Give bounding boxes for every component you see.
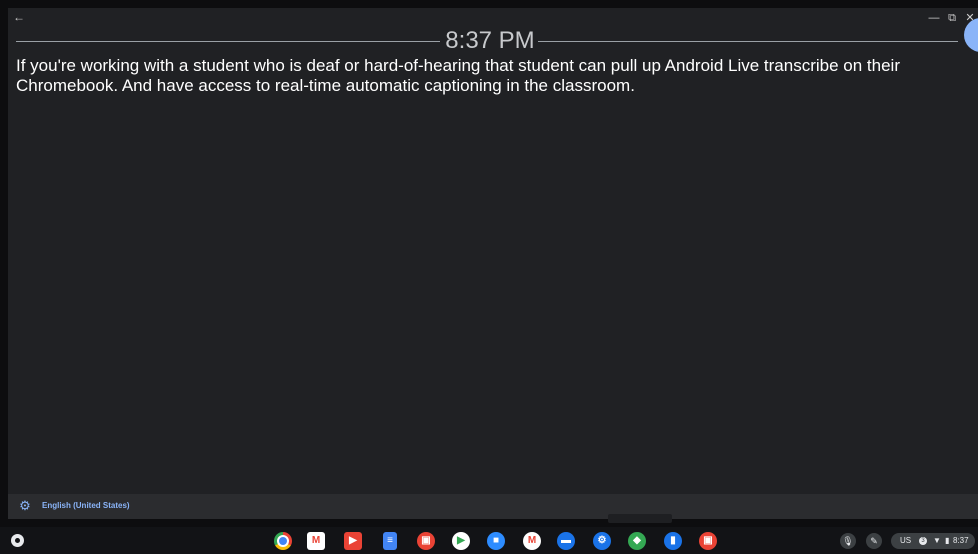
live-caption-window: ← — ⧉ ✕ 8:37 PM If you're working with a…: [8, 8, 978, 519]
notification-count: 3: [919, 537, 927, 545]
docs-icon[interactable]: ≡: [383, 532, 397, 550]
launcher-icon[interactable]: [11, 534, 24, 547]
messages-icon[interactable]: ▬: [557, 532, 575, 550]
settings-icon[interactable]: ⚙: [593, 532, 611, 550]
zoom-icon[interactable]: ■: [487, 532, 505, 550]
gmail-icon[interactable]: M: [307, 532, 325, 550]
files-icon[interactable]: ▮: [664, 532, 682, 550]
play-store-icon[interactable]: ▶: [452, 532, 470, 550]
shelf-tooltip: [608, 514, 672, 523]
language-bar: ⚙ English (United States): [8, 494, 978, 519]
restore-icon[interactable]: ⧉: [944, 8, 960, 28]
divider: [16, 41, 440, 42]
chrome-icon[interactable]: [274, 532, 292, 550]
shelf: M ▶ ≡ ▣ ▶ ■ M ▬ ⚙ ◆ ▮ ▣ 🎙 ✎ US 3 ▼ ▮ 8:3…: [0, 527, 978, 554]
status-area[interactable]: US 3 ▼ ▮ 8:37: [891, 533, 975, 549]
caption-time-header: 8:37 PM: [8, 28, 978, 54]
minimize-icon[interactable]: —: [926, 8, 942, 28]
meet-icon[interactable]: M: [523, 532, 541, 550]
language-label[interactable]: English (United States): [42, 501, 130, 511]
clock: 8:37: [953, 536, 969, 545]
arrow-left-icon[interactable]: ←: [11, 9, 27, 25]
caption-timestamp: 8:37 PM: [445, 27, 535, 54]
gear-icon[interactable]: ⚙: [18, 499, 32, 513]
classroom-icon[interactable]: ◆: [628, 532, 646, 550]
microphone-icon[interactable]: 🎙: [840, 533, 856, 549]
wifi-icon: ▼: [933, 536, 941, 545]
battery-icon: ▮: [945, 536, 950, 545]
keyboard-layout: US: [900, 536, 912, 545]
divider: [538, 41, 958, 42]
screen-capture-icon[interactable]: ▣: [699, 532, 717, 550]
caption-text: If you're working with a student who is …: [16, 56, 900, 95]
calendar-icon[interactable]: ▣: [417, 532, 435, 550]
youtube-icon[interactable]: ▶: [344, 532, 362, 550]
stylus-icon[interactable]: ✎: [866, 533, 882, 549]
